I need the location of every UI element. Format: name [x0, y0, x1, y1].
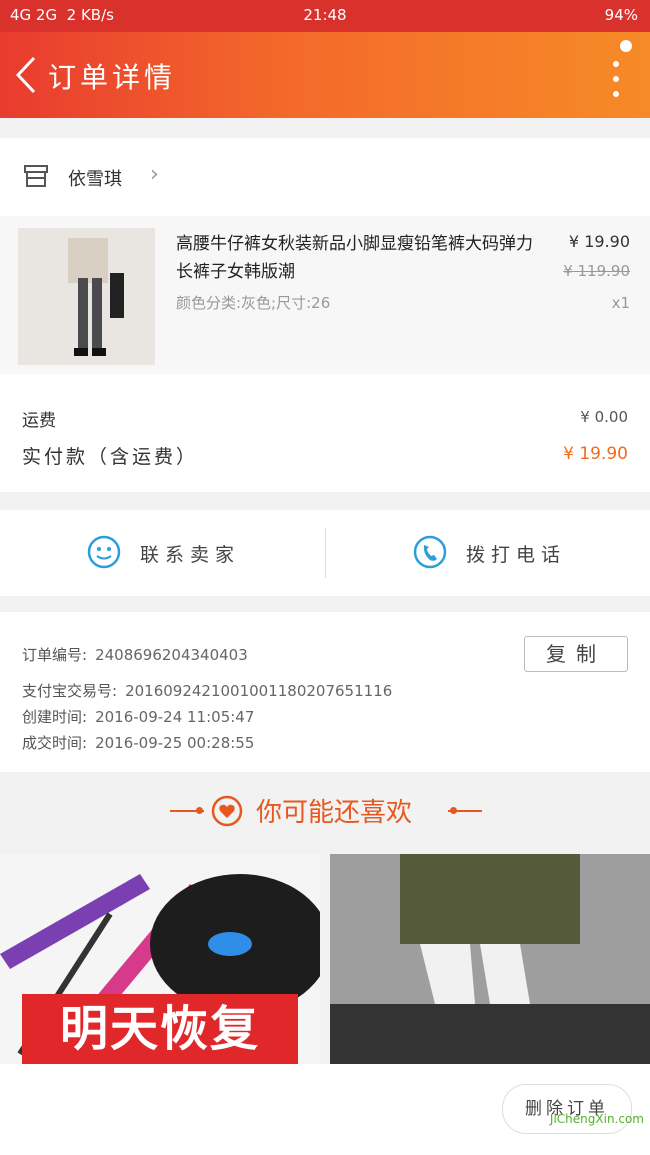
- created-row: 创建时间: 2016-09-24 11:05:47: [22, 706, 254, 727]
- chevron-right-icon: ›: [150, 162, 159, 187]
- created-time: 2016-09-24 11:05:47: [95, 708, 255, 726]
- page-title: 订单详情: [48, 61, 177, 94]
- recommend-header: 你可能还喜欢: [0, 782, 650, 844]
- phone-icon: [413, 535, 447, 569]
- recommended-product-2[interactable]: [330, 854, 650, 1064]
- product-name[interactable]: 高腰牛仔裤女秋装新品小脚显瘦铅笔裤大码弹力长裤子女韩版潮: [176, 230, 546, 286]
- shop-name: 依雪琪: [68, 169, 122, 190]
- product-banner: 明天恢复: [22, 994, 298, 1064]
- deal-row: 成交时间: 2016-09-25 00:28:55: [22, 732, 254, 753]
- contact-seller-button[interactable]: 联系卖家: [0, 510, 325, 596]
- bottom-bar: 删除订单 JiChengXin.com: [0, 1064, 650, 1155]
- divider-line-right: [448, 810, 482, 812]
- contact-actions: 联系卖家 拨打电话: [0, 510, 650, 596]
- paid-label: 实付款（含运费）: [22, 446, 199, 468]
- deal-time: 2016-09-25 00:28:55: [95, 734, 255, 752]
- copy-button[interactable]: 复制: [524, 636, 628, 672]
- watermark: JiChengXin.com: [549, 1112, 644, 1126]
- notification-dot: [620, 40, 632, 52]
- contact-seller-label: 联系卖家: [140, 544, 241, 566]
- product-image: [330, 854, 650, 1064]
- product-quantity: x1: [611, 294, 630, 312]
- back-arrow-icon[interactable]: [8, 52, 48, 98]
- chat-icon: [87, 535, 121, 569]
- heart-icon: [211, 795, 243, 827]
- order-number-row: 订单编号: 2408696204340403: [22, 644, 248, 665]
- product-spec: 颜色分类:灰色;尺寸:26: [176, 294, 331, 312]
- call-phone-button[interactable]: 拨打电话: [326, 510, 650, 596]
- deal-label: 成交时间:: [22, 734, 88, 752]
- shipping-value: ¥ 0.00: [580, 408, 628, 426]
- product-price: ¥ 19.90: [568, 232, 630, 251]
- alipay-label: 支付宝交易号:: [22, 682, 118, 700]
- product-original-price: ¥ 119.90: [563, 262, 630, 280]
- status-time: 21:48: [303, 6, 347, 24]
- order-item[interactable]: 高腰牛仔裤女秋装新品小脚显瘦铅笔裤大码弹力长裤子女韩版潮 颜色分类:灰色;尺寸:…: [0, 216, 650, 374]
- alipay-row: 支付宝交易号: 2016092421001001180207651116: [22, 680, 392, 701]
- status-bar: 4G 2G 2 KB/s 21:48 94%: [0, 0, 650, 32]
- app-header: 订单详情: [0, 32, 650, 118]
- store-icon: [24, 165, 48, 187]
- shop-row[interactable]: 依雪琪 ›: [0, 138, 650, 216]
- call-phone-label: 拨打电话: [466, 544, 567, 566]
- delete-order-button[interactable]: 删除订单: [502, 1084, 632, 1134]
- order-number-label: 订单编号:: [22, 646, 88, 664]
- order-number: 2408696204340403: [95, 646, 248, 664]
- shipping-label: 运费: [22, 411, 56, 431]
- alipay-number: 2016092421001001180207651116: [125, 682, 393, 700]
- recommended-product-1[interactable]: 明天恢复: [0, 854, 320, 1064]
- order-info: 订单编号: 2408696204340403 复制 支付宝交易号: 20160924…: [0, 612, 650, 772]
- battery-level: 94%: [604, 6, 638, 24]
- divider-dot-left: [196, 807, 203, 814]
- recommend-title: 你可能还喜欢: [256, 798, 413, 828]
- created-label: 创建时间:: [22, 708, 88, 726]
- paid-value: ¥ 19.90: [563, 444, 628, 464]
- product-thumbnail[interactable]: [18, 228, 155, 365]
- more-menu-icon[interactable]: [610, 54, 622, 104]
- fee-summary: 运费 ¥ 0.00 实付款（含运费） ¥ 19.90: [0, 374, 650, 492]
